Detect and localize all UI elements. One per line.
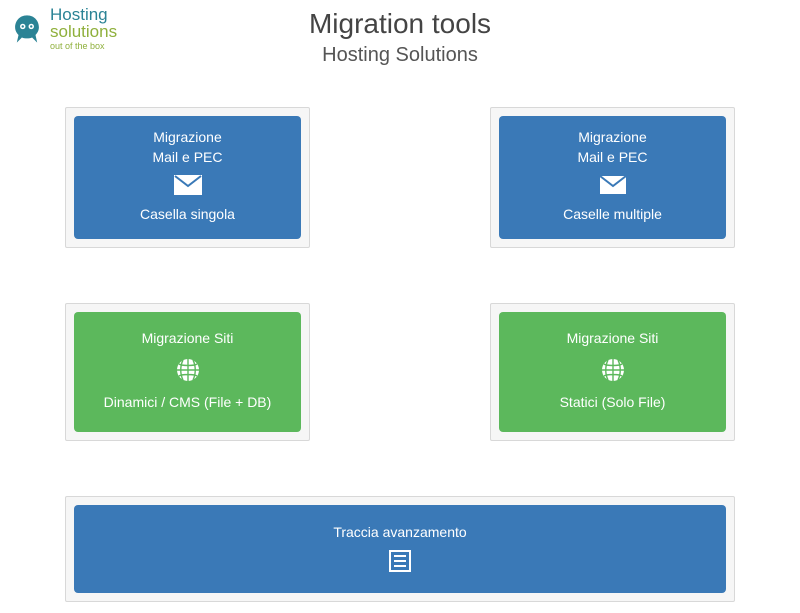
site-static-button[interactable]: Migrazione Siti Statici (Solo File) — [499, 312, 726, 432]
logo-tagline: out of the box — [50, 42, 117, 51]
panel-mail-multiple: Migrazione Mail e PEC Caselle multiple — [490, 107, 735, 248]
card-label: Mail e PEC — [577, 148, 647, 168]
envelope-icon — [174, 175, 202, 195]
envelope-icon — [599, 175, 627, 195]
card-label: Dinamici / CMS (File + DB) — [104, 393, 272, 413]
page-title: Migration tools — [0, 8, 800, 40]
card-label: Migrazione — [153, 128, 221, 148]
logo-line1: Hosting — [50, 6, 117, 23]
globe-icon — [600, 357, 626, 383]
card-grid: Migrazione Mail e PEC Casella singola Mi… — [65, 107, 735, 602]
card-label: Traccia avanzamento — [333, 523, 466, 543]
card-label: Caselle multiple — [563, 205, 662, 225]
brand-logo: Hosting solutions out of the box — [10, 6, 117, 51]
card-label: Migrazione Siti — [567, 329, 659, 349]
card-label: Migrazione — [578, 128, 646, 148]
logo-mark-icon — [10, 12, 44, 46]
page-subtitle: Hosting Solutions — [0, 44, 800, 67]
logo-text: Hosting solutions out of the box — [50, 6, 117, 51]
mail-single-button[interactable]: Migrazione Mail e PEC Casella singola — [74, 116, 301, 239]
panel-site-dynamic: Migrazione Siti Dinamici / CMS (File + D… — [65, 303, 310, 441]
panel-site-static: Migrazione Siti Statici (Solo File) — [490, 303, 735, 441]
page-header: Migration tools Hosting Solutions — [0, 0, 800, 67]
globe-icon — [175, 357, 201, 383]
panel-track: Traccia avanzamento — [65, 496, 735, 602]
card-label: Migrazione Siti — [142, 329, 234, 349]
panel-mail-single: Migrazione Mail e PEC Casella singola — [65, 107, 310, 248]
list-icon — [388, 549, 412, 573]
track-progress-button[interactable]: Traccia avanzamento — [74, 505, 726, 593]
logo-line2: solutions — [50, 23, 117, 40]
site-dynamic-button[interactable]: Migrazione Siti Dinamici / CMS (File + D… — [74, 312, 301, 432]
card-label: Statici (Solo File) — [560, 393, 666, 413]
card-label: Mail e PEC — [152, 148, 222, 168]
card-label: Casella singola — [140, 205, 235, 225]
mail-multiple-button[interactable]: Migrazione Mail e PEC Caselle multiple — [499, 116, 726, 239]
